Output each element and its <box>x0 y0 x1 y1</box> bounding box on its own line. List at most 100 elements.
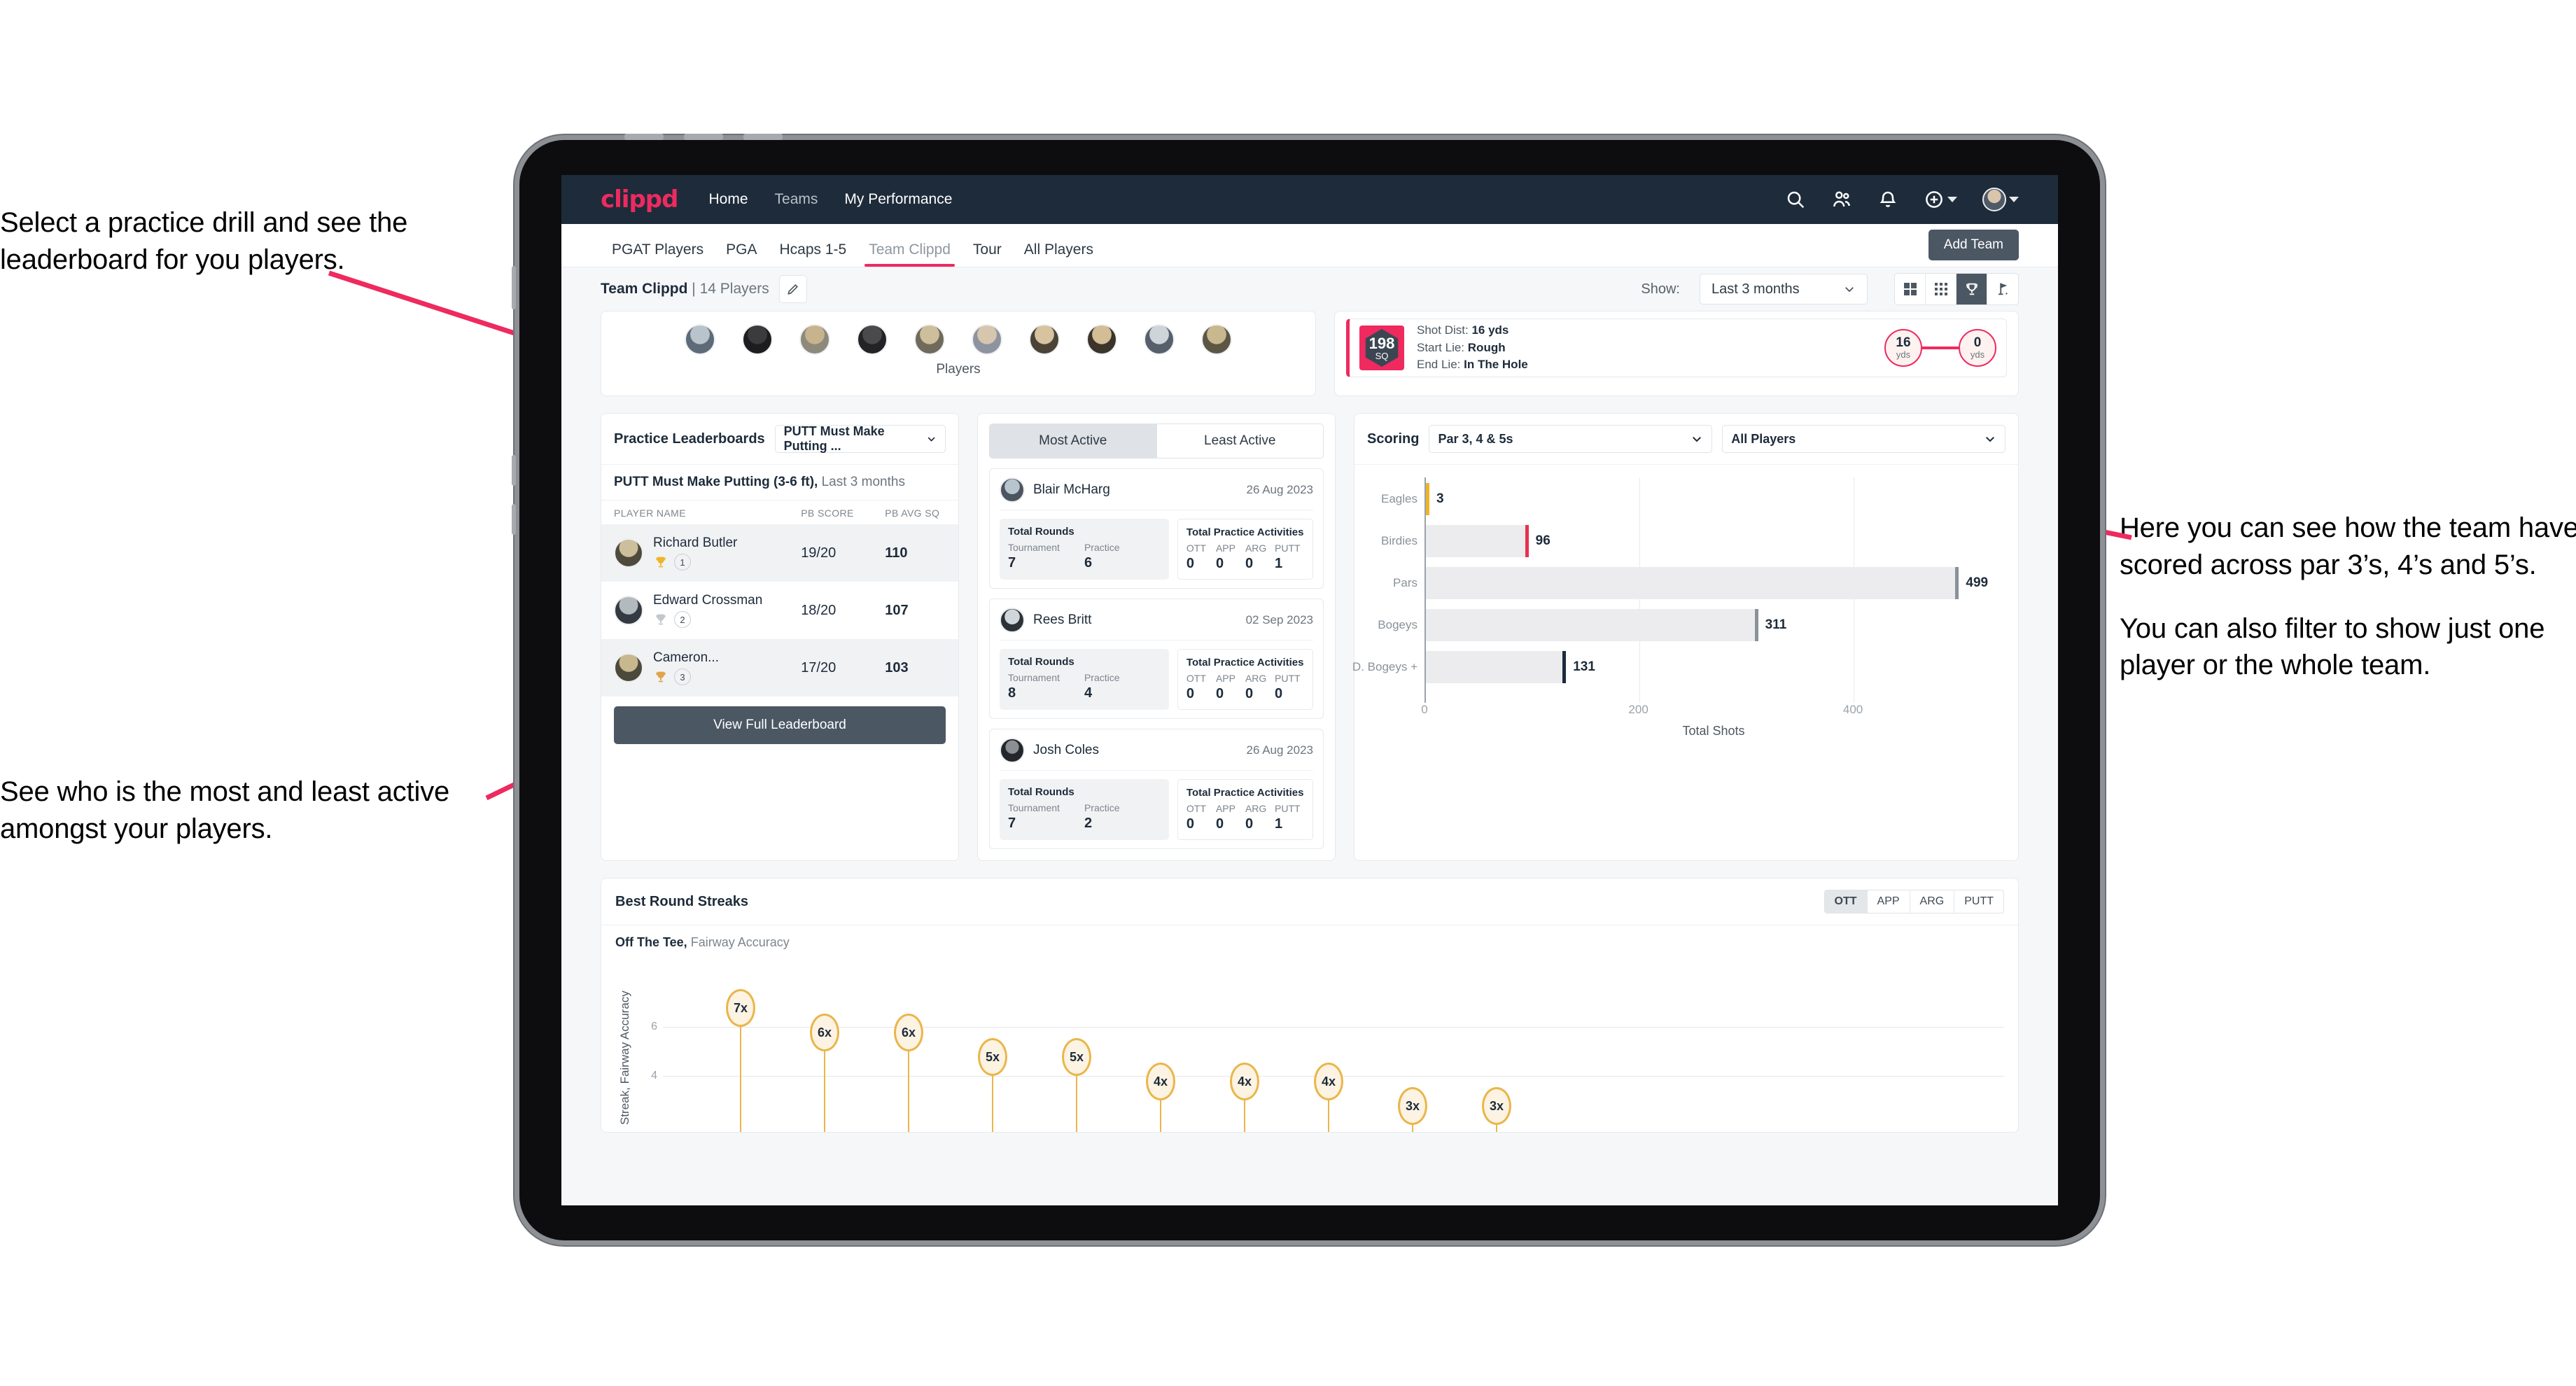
practice-value-ott: 0 <box>1186 816 1195 832</box>
pb-score: 18/20 <box>801 602 836 618</box>
avatar[interactable] <box>857 324 888 355</box>
tab-putt[interactable]: PUTT <box>1954 890 2003 913</box>
col-player-name: PLAYER NAME <box>614 507 686 519</box>
people-icon[interactable] <box>1831 189 1852 210</box>
table-row[interactable]: Edward Crossman 2 18/20 107 <box>601 582 958 639</box>
nav-item-teams[interactable]: Teams <box>775 191 818 208</box>
bell-icon[interactable] <box>1877 189 1898 210</box>
practice-value-ott: 0 <box>1186 556 1195 571</box>
par-select[interactable]: Par 3, 4 & 5s <box>1429 425 1713 453</box>
screenshot-root: Select a practice drill and see the lead… <box>0 0 2576 1386</box>
practice-activities-box: Total Practice Activities OTT 0 APP 0 ARG 0… <box>1177 649 1313 710</box>
player-name: Rees Britt <box>1033 612 1092 627</box>
primary-nav: Home Teams My Performance <box>708 191 952 208</box>
practice-value-putt: 0 <box>1275 686 1283 701</box>
list-item[interactable]: Josh Coles 26 Aug 2023 Total Rounds Tour… <box>989 729 1324 849</box>
search-icon[interactable] <box>1785 189 1806 210</box>
annotation-text: See who is the most and least active amo… <box>0 776 450 844</box>
activity-header: Josh Coles 26 Aug 2023 <box>1000 738 1313 771</box>
period-select[interactable]: Last 3 months <box>1700 274 1868 304</box>
table-row[interactable]: Richard Butler 1 19/20 110 <box>601 524 958 582</box>
bar-pars[interactable]: Pars 499 <box>1393 567 2003 599</box>
drill-heading: PUTT Must Make Putting (3-6 ft), Last 3 … <box>601 465 958 500</box>
avatar <box>614 538 643 568</box>
tab-hcaps-1-5[interactable]: Hcaps 1-5 <box>768 241 858 267</box>
avatar <box>1000 477 1025 503</box>
chevron-down-icon <box>1986 437 1994 442</box>
trophy-icon[interactable] <box>1956 274 1987 304</box>
bar-birdies[interactable]: Birdies 96 <box>1381 525 2003 557</box>
start-distance-unit: yds <box>1896 349 1911 360</box>
avatar[interactable] <box>1029 324 1060 355</box>
col-pb-avg-sq: PB AVG SQ <box>885 507 940 519</box>
tab-team-clippd[interactable]: Team Clippd <box>858 241 962 267</box>
team-name: Team Clippd <box>601 281 688 297</box>
bar-eagles[interactable]: Eagles 3 <box>1381 483 2003 515</box>
flag-icon[interactable] <box>1987 274 2018 304</box>
avatar[interactable] <box>1144 324 1175 355</box>
pb-score: 17/20 <box>788 639 873 696</box>
nav-item-home[interactable]: Home <box>708 191 748 208</box>
edit-team-button[interactable] <box>778 275 807 303</box>
practice-leaderboards-card: Practice Leaderboards PUTT Must Make Put… <box>601 413 959 861</box>
shot-distance-diagram: 16 yds 0 yds <box>1884 329 1996 367</box>
bar-double-bogeys[interactable]: D. Bogeys + 131 <box>1352 651 2003 683</box>
account-menu[interactable] <box>1982 188 2019 211</box>
plus-circle-icon[interactable] <box>1924 189 1945 210</box>
avatar[interactable] <box>914 324 945 355</box>
tab-all-players[interactable]: All Players <box>1013 241 1105 267</box>
chevron-down-icon <box>1693 437 1702 442</box>
rounds-key-practice: Practice <box>1084 802 1120 813</box>
add-team-button[interactable]: Add Team <box>1928 230 2019 260</box>
rounds-value-tournament: 7 <box>1008 555 1016 570</box>
leaderboard-header: Practice Leaderboards PUTT Must Make Put… <box>601 414 958 465</box>
bar-value: 131 <box>1573 659 1595 674</box>
practice-value-app: 0 <box>1215 816 1224 832</box>
practice-key-app: APP <box>1215 542 1236 554</box>
players-caption: Players <box>936 362 981 377</box>
view-full-leaderboard-button[interactable]: View Full Leaderboard <box>614 706 946 744</box>
avatar[interactable] <box>972 324 1002 355</box>
drill-select[interactable]: PUTT Must Make Putting ... <box>774 424 946 453</box>
tab-pga[interactable]: PGA <box>715 241 768 267</box>
trophy-icon <box>656 614 666 625</box>
tab-app[interactable]: APP <box>1868 890 1910 913</box>
avatar[interactable] <box>1201 324 1232 355</box>
list-item[interactable]: Rees Britt 02 Sep 2023 Total Rounds Tour… <box>989 598 1324 719</box>
tab-ott[interactable]: OTT <box>1824 890 1868 913</box>
tab-arg[interactable]: ARG <box>1910 890 1955 913</box>
chevron-down-icon <box>927 437 935 442</box>
rank-badge: 1 <box>674 554 691 570</box>
top-navbar: clippd Home Teams My Performance <box>561 175 2058 224</box>
player-filter-select[interactable]: All Players <box>1722 425 2006 453</box>
practice-value-ott: 0 <box>1186 686 1195 701</box>
dots-grid-icon[interactable] <box>1926 274 1956 304</box>
avatar[interactable] <box>799 324 830 355</box>
avatar[interactable] <box>685 324 715 355</box>
nav-item-my-performance[interactable]: My Performance <box>844 191 952 208</box>
avatar[interactable] <box>1086 324 1117 355</box>
player-name: Richard Butler <box>653 536 738 550</box>
y-tick: 4 <box>651 1070 657 1082</box>
grid-icon[interactable] <box>1895 274 1926 304</box>
avatar[interactable] <box>742 324 773 355</box>
chevron-down-icon <box>2009 197 2019 202</box>
brand-logo[interactable]: clippd <box>601 186 678 214</box>
pb-score: 19/20 <box>788 524 873 582</box>
total-rounds-title: Total Rounds <box>1008 526 1074 538</box>
list-item[interactable]: Blair McHarg 26 Aug 2023 Total Rounds To… <box>989 468 1324 589</box>
tablet-device-frame: clippd Home Teams My Performance PGAT Pl… <box>512 134 2100 1240</box>
total-rounds-box: Total Rounds Tournament 7 Practice 2 <box>1000 779 1169 840</box>
tab-tour[interactable]: Tour <box>962 241 1013 267</box>
top-widgets-row: Players 198 SQ Shot Dist: 16 yds Start L… <box>601 311 2019 396</box>
player-avatar-list <box>601 312 1315 355</box>
table-row[interactable]: Cameron... 3 17/20 103 <box>601 639 958 696</box>
rounds-value-practice: 2 <box>1084 816 1093 831</box>
x-tick: 0 <box>1421 703 1428 716</box>
bar-bogeys[interactable]: Bogeys 311 <box>1378 609 2003 641</box>
add-menu[interactable] <box>1924 189 1957 210</box>
tab-most-active[interactable]: Most Active <box>989 424 1157 458</box>
tab-least-active[interactable]: Least Active <box>1156 424 1324 458</box>
avatar[interactable] <box>1982 188 2006 211</box>
tab-pgat-players[interactable]: PGAT Players <box>601 241 715 267</box>
